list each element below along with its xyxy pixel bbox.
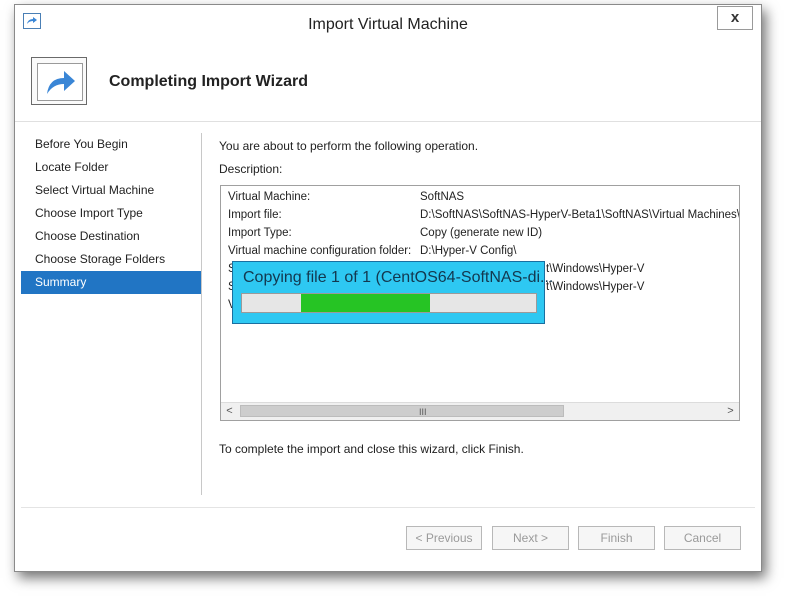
cancel-button[interactable]: Cancel (664, 526, 741, 550)
desc-value: t\Windows\Hyper-V (546, 281, 645, 293)
scroll-thumb[interactable]: III (240, 405, 564, 417)
page-title: Completing Import Wizard (109, 73, 308, 90)
scroll-right-icon[interactable]: > (722, 403, 739, 420)
wizard-header: Completing Import Wizard (15, 45, 761, 122)
window-title: Import Virtual Machine (308, 16, 468, 33)
desc-key: Import Type: (228, 227, 292, 239)
progress-fill (300, 294, 431, 312)
finish-instruction: To complete the import and close this wi… (219, 442, 524, 456)
desc-value: SoftNAS (420, 191, 465, 203)
desc-value: D:\Hyper-V Config\ (420, 245, 517, 257)
previous-button[interactable]: < Previous (406, 526, 482, 550)
wizard-steps-nav: Before You Begin Locate Folder Select Vi… (21, 133, 201, 294)
nav-item-choose-import-type[interactable]: Choose Import Type (21, 202, 201, 225)
description-label: Description: (219, 162, 283, 176)
desc-key: Import file: (228, 209, 282, 221)
footer-divider (21, 507, 755, 508)
nav-divider (201, 133, 202, 495)
wizard-arrow-icon (31, 57, 87, 105)
nav-item-choose-destination[interactable]: Choose Destination (21, 225, 201, 248)
intro-text: You are about to perform the following o… (219, 139, 479, 153)
copy-progress-popup: Copying file 1 of 1 (CentOS64-SoftNAS-di… (232, 261, 553, 324)
desc-value: D:\SoftNAS\SoftNAS-HyperV-Beta1\SoftNAS\… (420, 209, 740, 221)
title-bar: Import Virtual Machine x (15, 5, 761, 45)
desc-key: Virtual Machine: (228, 191, 311, 203)
desc-value: Copy (generate new ID) (420, 227, 543, 239)
close-button[interactable]: x (717, 6, 753, 30)
scroll-left-icon[interactable]: < (221, 403, 238, 420)
progress-status-text: Copying file 1 of 1 (CentOS64-SoftNAS-di… (243, 269, 554, 286)
desc-value: t\Windows\Hyper-V (546, 263, 645, 275)
scroll-grip: III (419, 407, 427, 417)
next-button[interactable]: Next > (492, 526, 569, 550)
progress-bar (241, 293, 537, 313)
horizontal-scrollbar[interactable]: < III > (221, 402, 739, 420)
desc-key: Virtual machine configuration folder: (228, 245, 412, 257)
nav-item-choose-storage-folders[interactable]: Choose Storage Folders (21, 248, 201, 271)
nav-item-before-you-begin[interactable]: Before You Begin (21, 133, 201, 156)
nav-item-locate-folder[interactable]: Locate Folder (21, 156, 201, 179)
finish-button[interactable]: Finish (578, 526, 655, 550)
nav-item-select-virtual-machine[interactable]: Select Virtual Machine (21, 179, 201, 202)
nav-item-summary[interactable]: Summary (21, 271, 201, 294)
